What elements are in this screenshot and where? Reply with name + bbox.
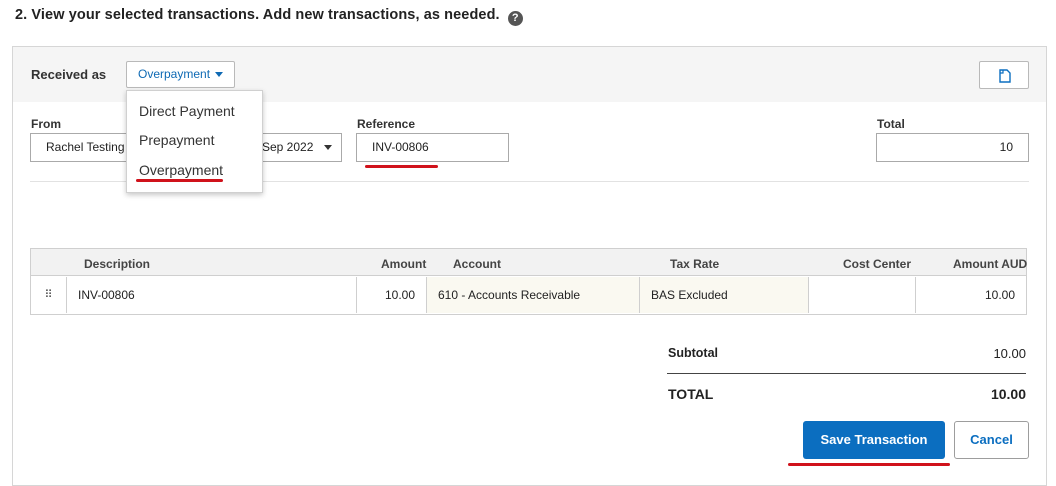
cell-amount[interactable]: 10.00 xyxy=(357,277,427,313)
copy-icon xyxy=(999,69,1011,83)
cell-tax-rate[interactable]: BAS Excluded xyxy=(640,277,809,313)
cell-amount-aud[interactable]: 10.00 xyxy=(916,277,1026,313)
cell-account[interactable]: 610 - Accounts Receivable xyxy=(427,277,640,313)
col-account: Account xyxy=(453,257,501,271)
total-row-value: 10.00 xyxy=(990,386,1026,402)
cell-cost-center[interactable] xyxy=(809,277,916,313)
received-as-dropdown: Direct Payment Prepayment Overpayment xyxy=(126,90,263,193)
drag-handle-icon[interactable]: ⠿ xyxy=(31,277,67,313)
cancel-button[interactable]: Cancel xyxy=(954,421,1029,459)
col-tax-rate: Tax Rate xyxy=(670,257,720,271)
dropdown-option-overpayment[interactable]: Overpayment xyxy=(139,162,223,178)
save-transaction-button[interactable]: Save Transaction xyxy=(803,421,945,459)
reference-label: Reference xyxy=(357,117,416,131)
date-select[interactable]: Sep 2022 xyxy=(258,133,342,162)
subtotal-label: Subtotal xyxy=(668,346,718,360)
received-as-selected-value: Overpayment xyxy=(138,67,211,81)
total-input[interactable]: 10 xyxy=(876,133,1029,162)
col-cost-center: Cost Center xyxy=(843,257,912,271)
summary-divider xyxy=(667,373,1026,374)
help-icon[interactable]: ? xyxy=(507,11,523,26)
reference-highlight xyxy=(365,165,438,168)
save-highlight xyxy=(788,463,950,466)
section-heading: 2. View your selected transactions. Add … xyxy=(15,7,523,26)
col-description: Description xyxy=(84,257,151,271)
received-as-select[interactable]: Overpayment xyxy=(126,61,235,88)
received-as-label: Received as xyxy=(31,67,107,82)
col-amount: Amount xyxy=(381,257,427,271)
dropdown-option-prepayment[interactable]: Prepayment xyxy=(139,132,214,148)
reference-input[interactable]: INV-00806 xyxy=(356,133,509,162)
caret-down-icon xyxy=(324,145,332,150)
total-label: Total xyxy=(877,117,905,131)
overpayment-highlight xyxy=(136,179,223,182)
from-input[interactable]: Rachel Testing xyxy=(30,133,127,162)
dropdown-option-direct-payment[interactable]: Direct Payment xyxy=(139,103,235,119)
total-row-label: TOTAL xyxy=(668,386,714,402)
from-label: From xyxy=(31,117,61,131)
section-heading-text: 2. View your selected transactions. Add … xyxy=(15,7,500,23)
caret-down-icon xyxy=(215,72,224,77)
col-amount-aud: Amount AUD xyxy=(953,257,1028,271)
copy-button[interactable] xyxy=(979,61,1029,89)
date-value: Sep 2022 xyxy=(262,140,314,154)
subtotal-value: 10.00 xyxy=(993,346,1026,361)
cell-description[interactable]: INV-00806 xyxy=(67,277,357,313)
